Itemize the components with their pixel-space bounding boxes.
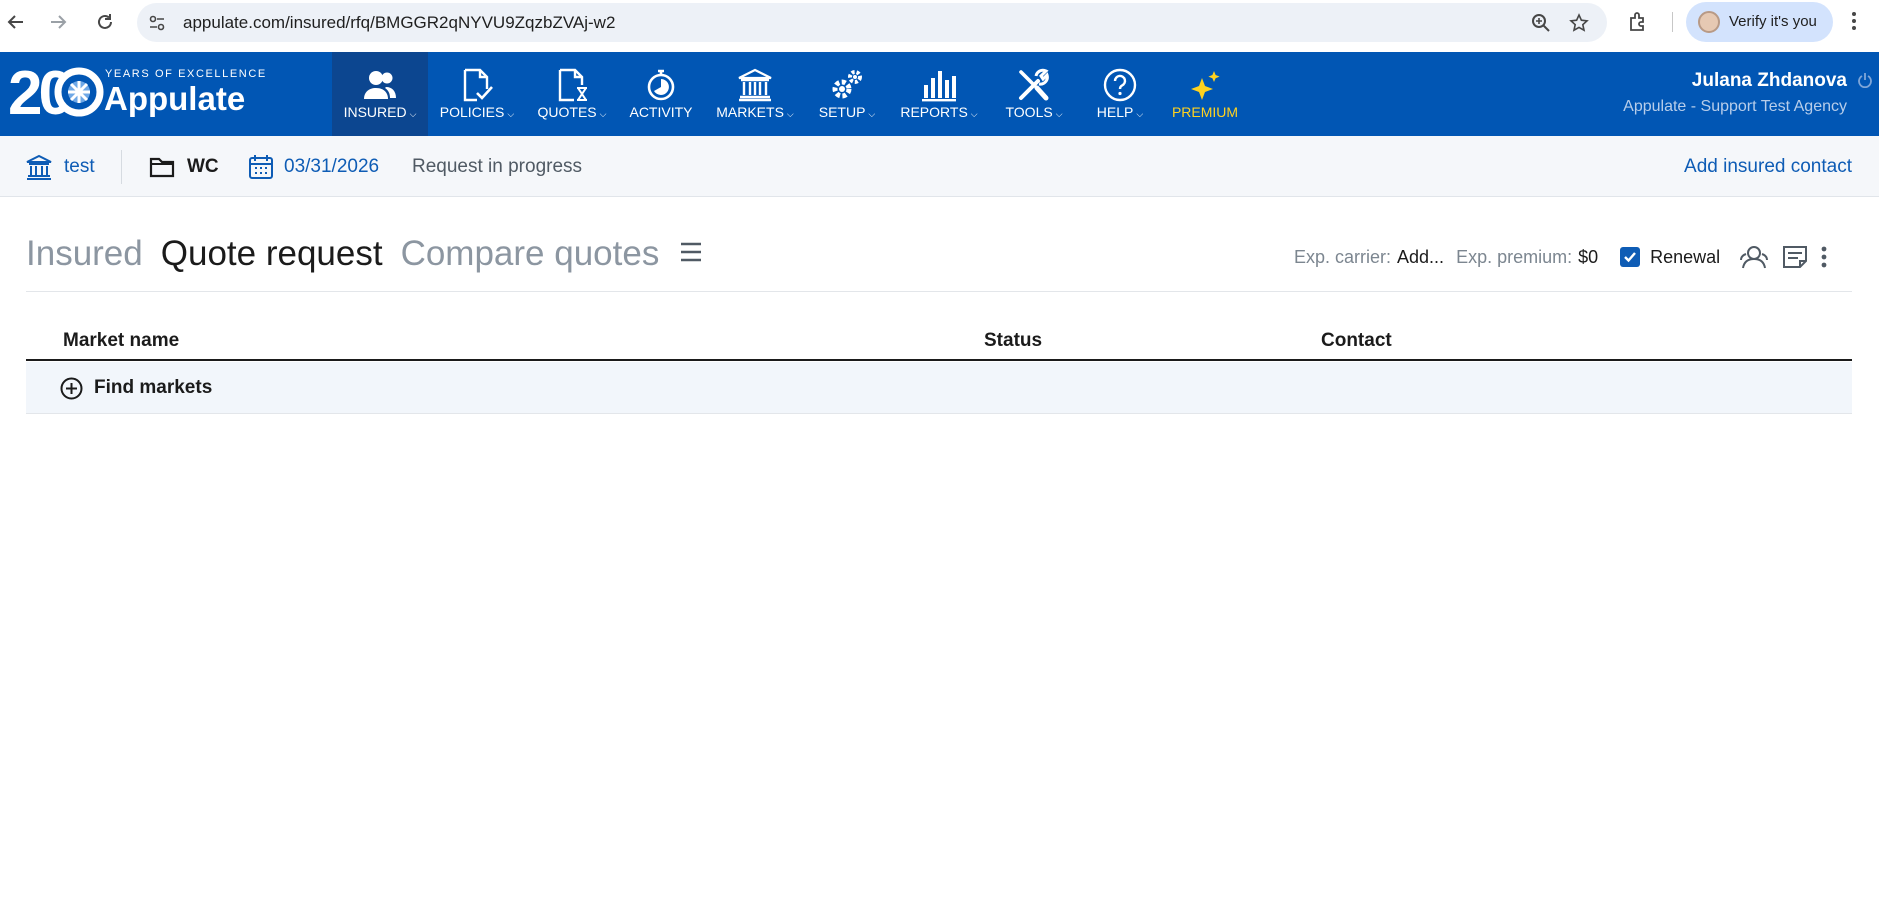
exp-premium-label: Exp. premium: (1456, 246, 1573, 267)
power-icon[interactable] (1857, 72, 1873, 93)
nav-help-label: HELP (1096, 104, 1134, 120)
nav-reports[interactable]: REPORTS ⌵ (888, 52, 990, 136)
address-bar[interactable]: appulate.com/insured/rfq/BMGGR2qNYVU9Zqz… (137, 3, 1607, 42)
profile-avatar (1698, 11, 1720, 33)
agency-name: Appulate - Support Test Agency (1623, 98, 1847, 115)
renewal-checkbox[interactable] (1620, 247, 1641, 267)
nav-premium[interactable]: PREMIUM (1162, 52, 1248, 136)
profile-label: Verify it's you (1729, 13, 1817, 30)
users-icon (362, 66, 398, 104)
tab-quote-request[interactable]: Quote request (161, 234, 383, 274)
request-status: Request in progress (412, 155, 583, 177)
profile-button[interactable]: Verify it's you (1686, 2, 1833, 42)
nav-quotes-label: QUOTES (537, 104, 597, 120)
workflow-tabs: Insured Quote request Compare quotes (26, 234, 703, 274)
chevron-down-icon: ⌵ (868, 108, 876, 119)
appulate-logo[interactable]: 20 YEARS OF EXCELLENCE Appulate (8, 59, 265, 128)
exp-carrier-label: Exp. carrier: (1294, 246, 1392, 267)
add-circle-icon[interactable] (60, 377, 83, 405)
exp-carrier-value[interactable]: Add... (1397, 247, 1444, 268)
subbar-divider (121, 150, 122, 184)
column-market-name[interactable]: Market name (63, 330, 179, 352)
browser-menu-icon[interactable] (1850, 10, 1858, 37)
insured-link[interactable]: test (26, 136, 95, 197)
app-header: 20 YEARS OF EXCELLENCE Appulate INSURED ⌵… (0, 52, 1879, 136)
find-markets-label[interactable]: Find markets (94, 377, 212, 399)
bank-icon (737, 66, 773, 104)
browser-toolbar: appulate.com/insured/rfq/BMGGR2qNYVU9Zqz… (0, 0, 1879, 52)
nav-tools[interactable]: TOOLS ⌵ (990, 52, 1078, 136)
nav-activity-label: ACTIVITY (629, 104, 693, 120)
line-of-business[interactable]: WC (149, 136, 219, 197)
notes-icon[interactable] (1782, 245, 1808, 269)
nav-insured-label: INSURED (343, 104, 407, 120)
policy-document-icon (460, 66, 494, 104)
bar-chart-icon (921, 66, 957, 104)
find-markets-row[interactable]: Find markets (26, 362, 1852, 414)
nav-policies-label: POLICIES (439, 104, 505, 120)
zoom-icon[interactable] (1531, 13, 1551, 38)
logo-brand: Appulate (104, 80, 246, 117)
chevron-down-icon: ⌵ (786, 108, 794, 119)
tools-icon (1016, 66, 1052, 104)
tab-compare-quotes[interactable]: Compare quotes (401, 234, 660, 274)
nav-setup[interactable]: SETUP ⌵ (806, 52, 888, 136)
gears-icon (829, 66, 865, 104)
renewal-label: Renewal (1650, 246, 1721, 267)
chevron-down-icon: ⌵ (507, 108, 515, 119)
folder-icon (149, 156, 175, 178)
url-text[interactable]: appulate.com/insured/rfq/BMGGR2qNYVU9Zqz… (183, 13, 615, 33)
nav-help[interactable]: HELP ⌵ (1078, 52, 1162, 136)
user-name: Julana Zhdanova (1691, 70, 1847, 91)
nav-setup-label: SETUP (818, 104, 866, 120)
nav-quotes[interactable]: QUOTES ⌵ (526, 52, 618, 136)
calendar-icon (248, 154, 274, 180)
bank-icon (26, 154, 52, 180)
column-contact[interactable]: Contact (1321, 330, 1392, 352)
column-status[interactable]: Status (984, 330, 1042, 352)
sparkles-icon (1187, 66, 1223, 104)
contacts-icon[interactable] (1738, 245, 1770, 269)
tab-insured[interactable]: Insured (26, 234, 143, 274)
chevron-down-icon: ⌵ (970, 108, 978, 119)
logo-tagline: YEARS OF EXCELLENCE (105, 68, 267, 80)
chevron-down-icon: ⌵ (1055, 108, 1063, 119)
stopwatch-icon (644, 66, 678, 104)
date-value[interactable]: 03/31/2026 (284, 156, 379, 178)
nav-premium-label: PREMIUM (1171, 104, 1239, 120)
extensions-icon[interactable] (1627, 11, 1649, 38)
bookmark-star-icon[interactable] (1569, 13, 1589, 38)
main-nav: INSURED ⌵ POLICIES ⌵ QUOTES ⌵ ACTIVITY MARK… (332, 52, 1248, 136)
line-label: WC (187, 155, 219, 177)
effective-date[interactable]: 03/31/2026 (248, 136, 379, 197)
nav-activity[interactable]: ACTIVITY (618, 52, 704, 136)
forward-icon[interactable] (46, 10, 70, 34)
site-info-icon[interactable] (147, 13, 167, 38)
insured-name[interactable]: test (64, 156, 95, 178)
toolbar-divider (1672, 12, 1673, 32)
nav-tools-label: TOOLS (1005, 104, 1053, 120)
nav-markets[interactable]: MARKETS ⌵ (704, 52, 806, 136)
nav-reports-label: REPORTS (900, 104, 968, 120)
policy-summary: Exp. carrier: Add... Exp. premium: $0 Re… (1294, 240, 1828, 274)
hamburger-menu-icon[interactable] (679, 241, 703, 268)
question-icon (1102, 66, 1138, 104)
chevron-down-icon: ⌵ (409, 108, 417, 119)
insured-context-bar: test WC 03/31/2026 Request in progress A… (0, 136, 1879, 197)
quote-document-icon (555, 66, 589, 104)
markets-table-header: Market name Status Contact (26, 323, 1852, 361)
logo-ring-icon (54, 67, 104, 117)
nav-markets-label: MARKETS (716, 104, 784, 120)
chevron-down-icon: ⌵ (599, 108, 607, 119)
reload-icon[interactable] (93, 10, 117, 34)
exp-premium-value[interactable]: $0 (1578, 247, 1598, 268)
section-divider (26, 291, 1852, 292)
back-icon[interactable] (4, 10, 28, 34)
user-info[interactable]: Julana Zhdanova Appulate - Support Test … (1623, 70, 1847, 116)
chevron-down-icon: ⌵ (1136, 108, 1144, 119)
nav-policies[interactable]: POLICIES ⌵ (428, 52, 526, 136)
nav-insured[interactable]: INSURED ⌵ (332, 52, 428, 136)
add-insured-contact-link[interactable]: Add insured contact (1684, 136, 1852, 197)
more-options-icon[interactable] (1820, 245, 1828, 269)
